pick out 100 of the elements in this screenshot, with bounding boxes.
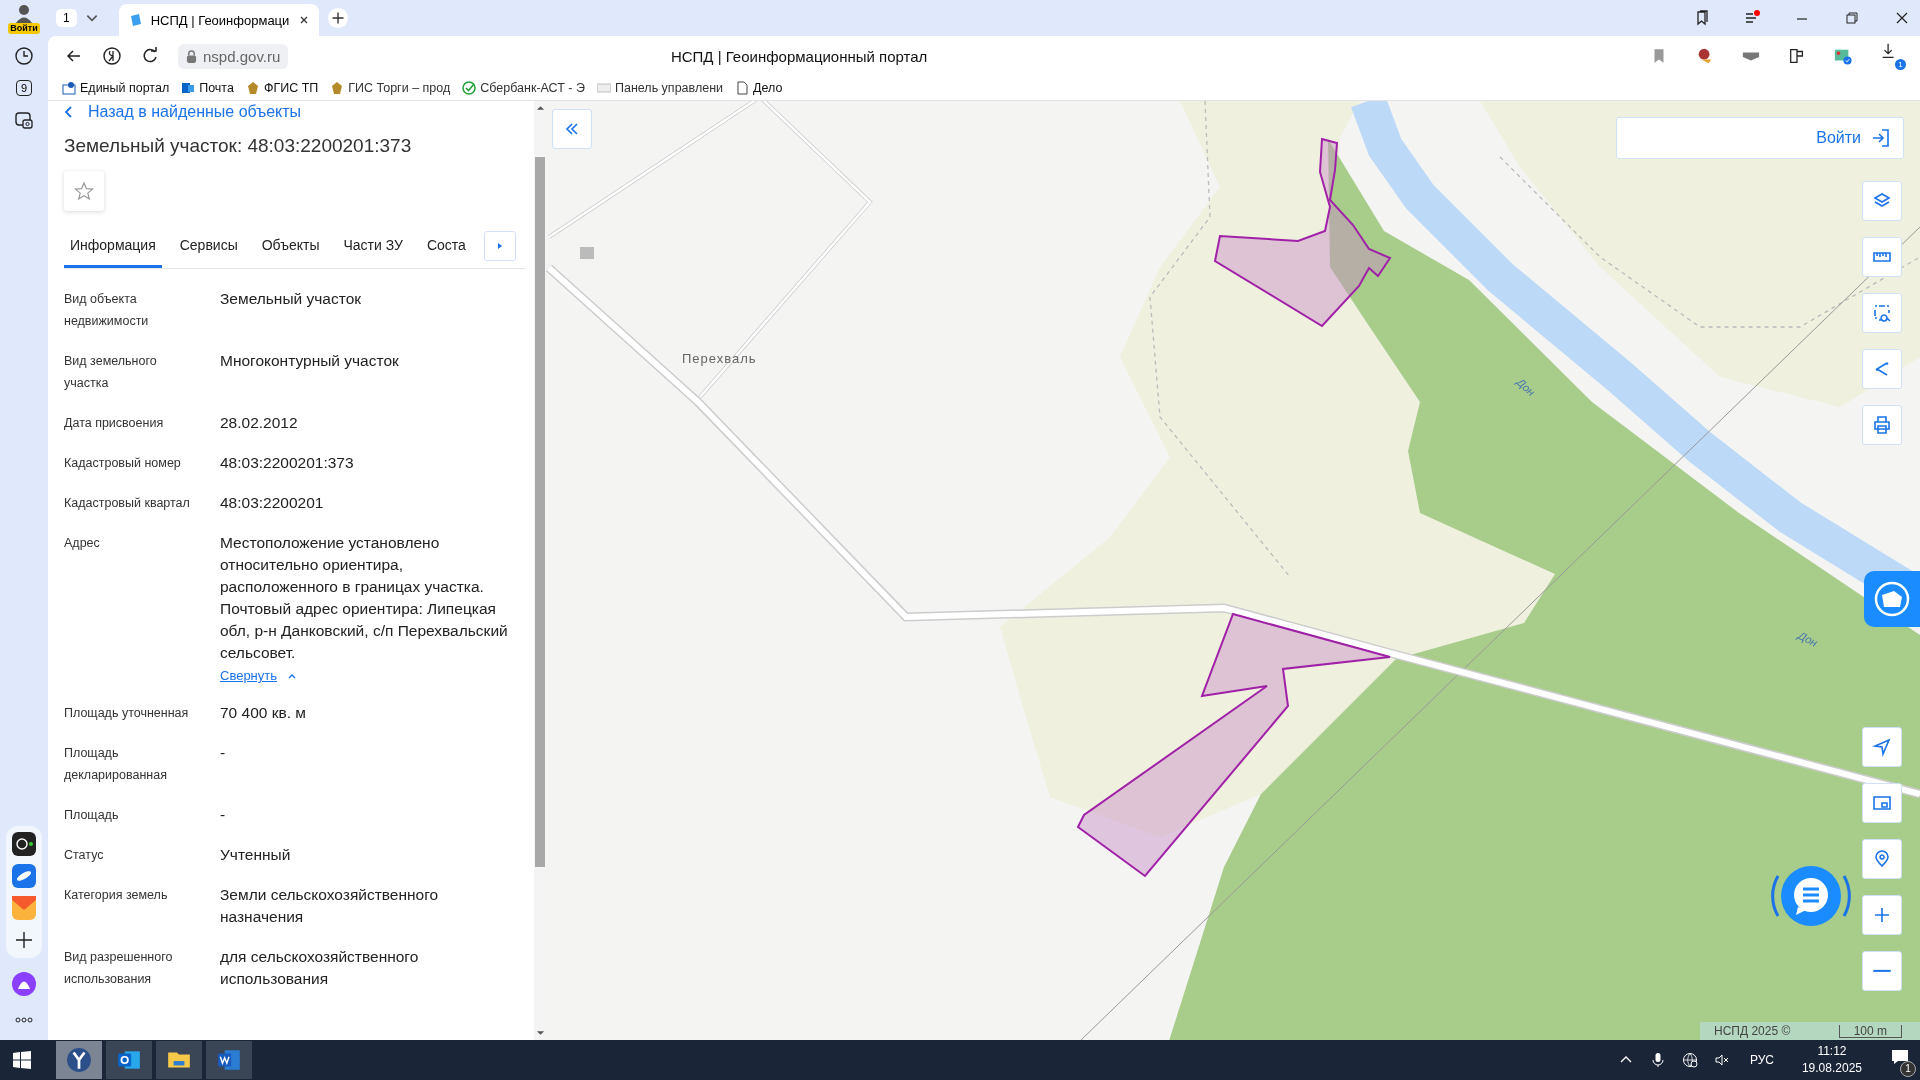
extension-icon[interactable] (1696, 47, 1714, 65)
site-icon (128, 13, 143, 27)
messenger-app-icon[interactable] (12, 864, 36, 888)
bookmarks-icon[interactable] (1694, 10, 1710, 26)
bookmark-link[interactable]: Единый портал (62, 81, 170, 95)
bookmark-link[interactable]: Сбербанк-АСТ - Э (462, 81, 585, 95)
bookmark-link[interactable]: Почта (181, 81, 234, 95)
star-icon (74, 181, 94, 201)
print-icon (1872, 415, 1892, 435)
counter-badge[interactable]: 9 (15, 80, 33, 96)
field-label: Вид разрешенного использования (64, 949, 174, 988)
bookmark-site-icon (62, 81, 76, 95)
pin-button[interactable] (1862, 839, 1902, 879)
copyright-text: НСПД 2025 © (1714, 1024, 1791, 1038)
field-value: Земли сельскохозяйственного назначения (220, 885, 440, 927)
layers-button[interactable] (1862, 181, 1902, 221)
page-title: НСПД | Геоинформационный портал (669, 47, 929, 65)
search-engine-icon[interactable] (102, 46, 122, 66)
network-icon[interactable] (1681, 1052, 1698, 1068)
object-title: Земельный участок: 48:03:2200201:373 (64, 135, 413, 157)
field-value: - (220, 743, 227, 763)
screenshot-icon[interactable] (14, 110, 34, 130)
bookmark-link[interactable]: ФГИС ТП (245, 81, 319, 95)
assistant-icon[interactable] (12, 972, 36, 996)
profile-button[interactable]: Войти (0, 0, 48, 36)
downloads-button[interactable]: 1 (1870, 42, 1906, 70)
login-icon (1871, 128, 1891, 148)
ruler-button[interactable] (1862, 237, 1902, 277)
select-button[interactable] (1862, 293, 1902, 333)
tab-counter[interactable]: 1 (56, 9, 77, 27)
field-label: Площадь (64, 807, 120, 824)
scrollbar[interactable] (534, 101, 546, 1040)
extension-icon[interactable] (1788, 47, 1806, 65)
field-value: Учтенный (220, 845, 292, 865)
minimap-button[interactable] (1862, 783, 1902, 823)
bookmark-link[interactable]: ГИС Торги – прод (330, 81, 451, 95)
feedback-icon (1872, 579, 1912, 619)
bookmark-site-icon (245, 81, 260, 95)
zoom-out-button[interactable] (1862, 951, 1902, 991)
bookmark-site-icon (330, 81, 345, 95)
taskbar-app[interactable] (56, 1041, 102, 1079)
zoom-in-button[interactable] (1862, 895, 1902, 935)
notifications-button[interactable]: 1 (1880, 1043, 1920, 1077)
word-app-icon (216, 1047, 242, 1073)
scale-bar: 100 m (1838, 1024, 1902, 1038)
building (580, 247, 594, 259)
pin-icon (1872, 849, 1892, 869)
menu-icon[interactable] (1744, 10, 1760, 26)
history-icon[interactable] (14, 46, 34, 66)
share-button[interactable] (1862, 349, 1902, 389)
taskbar-app[interactable] (106, 1041, 152, 1079)
field-label: Площадь декларированная (64, 745, 168, 784)
collapse-link[interactable]: Свернуть (220, 668, 297, 683)
bookmark-site-icon (596, 81, 611, 95)
bookmark-link[interactable]: Дело (735, 81, 783, 95)
map-label: Дон (1514, 375, 1538, 399)
feedback-tab[interactable] (1864, 571, 1920, 627)
login-button[interactable]: Войти (1616, 117, 1904, 159)
field-label: Категория земель (64, 887, 169, 904)
field-value: 48:03:2200201:373 (220, 453, 355, 473)
locate-icon (1872, 737, 1892, 757)
new-tab-icon[interactable] (326, 7, 349, 29)
info-tab[interactable]: Объекты (255, 229, 326, 268)
restore-icon[interactable] (1844, 10, 1860, 26)
start-icon[interactable] (12, 1050, 32, 1070)
field-value: для сельскохозяйственного использования (220, 947, 420, 989)
bookmark-link[interactable]: Панель управлени (596, 81, 724, 95)
taskbar-app[interactable] (206, 1041, 252, 1079)
language-indicator[interactable]: РУС (1749, 1053, 1774, 1067)
field-value: 48:03:2200201 (220, 493, 325, 513)
microphone-icon[interactable] (1649, 1052, 1666, 1068)
close-icon[interactable] (1894, 10, 1910, 26)
field-label: Кадастровый квартал (64, 495, 191, 512)
locate-button[interactable] (1862, 727, 1902, 767)
avatar-icon (14, 2, 34, 23)
clock[interactable]: 11:12 19.08.2025 (1801, 1043, 1862, 1077)
back-link[interactable]: Назад в найденные объекты (64, 103, 526, 121)
camera-app-icon[interactable] (12, 832, 36, 856)
select-icon (1872, 303, 1892, 323)
plus-icon (1872, 905, 1892, 925)
taskbar-app[interactable] (156, 1041, 202, 1079)
volume-muted-icon[interactable] (1713, 1052, 1730, 1068)
print-button[interactable] (1862, 405, 1902, 445)
browser-tab[interactable]: НСПД | Геоинформаци (118, 4, 319, 36)
field-value: 70 400 кв. м (220, 703, 307, 723)
field-label: Статус (64, 847, 105, 864)
field-label: Кадастровый номер (64, 455, 182, 472)
mail-app-icon[interactable] (12, 896, 36, 920)
map-label: Перехваль (682, 351, 757, 366)
scroll-down-icon[interactable] (535, 1030, 545, 1036)
info-tab[interactable]: Информация (64, 229, 162, 268)
field-label: Вид земельного участка (64, 353, 158, 392)
info-tab[interactable]: Части ЗУ (337, 229, 409, 268)
info-tab[interactable]: Соста (420, 229, 472, 268)
address-field[interactable]: nspd.gov.ru (178, 43, 289, 69)
scroll-up-icon[interactable] (535, 105, 545, 111)
close-tab-icon[interactable] (298, 15, 309, 25)
bookmark-site-icon (462, 81, 477, 95)
map[interactable]: Перехваль Дон Дон Войти НСПД 2025 © 100 m (546, 101, 1920, 1040)
info-tab[interactable]: Сервисы (173, 229, 244, 268)
